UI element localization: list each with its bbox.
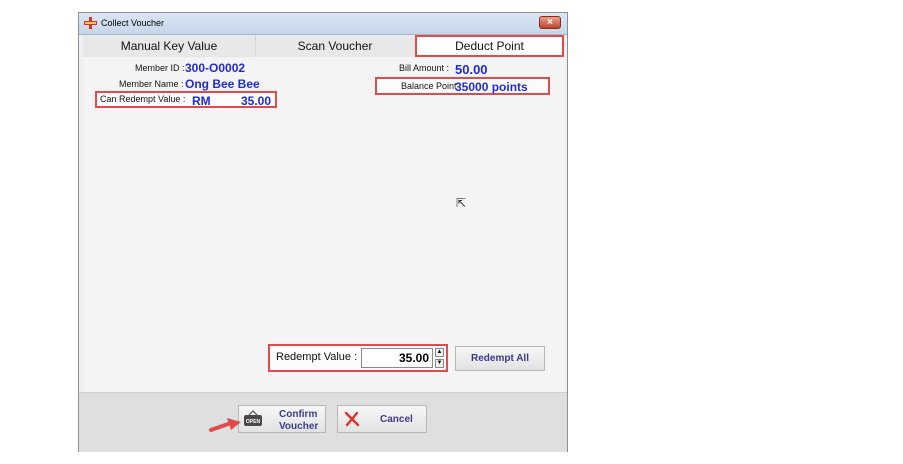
- tab-deduct-point[interactable]: Deduct Point: [415, 35, 564, 57]
- balance-point-value: 35000 points: [455, 80, 528, 94]
- balance-point-highlight: Balance Point : 35000 points: [375, 77, 550, 95]
- app-icon: [84, 17, 97, 29]
- tab-scan-voucher[interactable]: Scan Voucher: [255, 35, 415, 57]
- mouse-pointer-icon: ⇱: [456, 196, 467, 210]
- can-redempt-label: Can Redempt Value :: [100, 94, 186, 104]
- can-redempt-value: 35.00: [241, 94, 272, 108]
- member-id-label: Member ID :: [135, 63, 185, 73]
- collect-voucher-window: Collect Voucher × Manual Key Value Scan …: [78, 12, 568, 452]
- title-bar: Collect Voucher ×: [79, 13, 567, 35]
- redempt-value-group: Redempt Value : 35.00 ▲ ▼: [268, 344, 448, 372]
- can-redempt-highlight: Can Redempt Value : RM 35.00: [95, 91, 277, 108]
- cancel-button[interactable]: Cancel: [337, 405, 427, 433]
- redempt-all-button[interactable]: Redempt All: [455, 346, 545, 371]
- tab-manual-key-value[interactable]: Manual Key Value: [83, 35, 256, 57]
- redempt-value-label: Redempt Value :: [276, 351, 358, 363]
- open-sign-icon: OPEN: [244, 410, 262, 426]
- bill-amount-value: 50.00: [455, 62, 488, 77]
- redempt-value-spinner[interactable]: ▲ ▼: [435, 348, 444, 368]
- can-redempt-currency: RM: [192, 94, 211, 108]
- member-name-value: Ong Bee Bee: [185, 77, 260, 91]
- close-button[interactable]: ×: [539, 16, 561, 29]
- member-name-label: Member Name :: [119, 79, 184, 89]
- member-id-value: 300-O0002: [185, 61, 246, 75]
- deduct-point-panel: Member ID : 300-O0002 Member Name : Ong …: [83, 57, 565, 392]
- bill-amount-label: Bill Amount :: [399, 63, 450, 73]
- confirm-label-line2: Voucher: [279, 421, 319, 432]
- cancel-label: Cancel: [380, 414, 413, 425]
- spin-up-icon[interactable]: ▲: [435, 348, 444, 357]
- balance-point-label: Balance Point :: [401, 81, 462, 91]
- confirm-voucher-button[interactable]: OPEN Confirm Voucher: [238, 405, 326, 433]
- close-icon: ×: [547, 17, 553, 28]
- tab-bar: Manual Key Value Scan Voucher Deduct Poi…: [83, 35, 565, 58]
- redempt-value-input[interactable]: 35.00: [361, 348, 433, 368]
- action-bar: OPEN Confirm Voucher Cancel: [79, 392, 567, 452]
- cancel-x-icon: [344, 411, 360, 427]
- arrow-pointer-icon: [209, 418, 241, 432]
- open-sign-text: OPEN: [246, 419, 261, 425]
- spin-down-icon[interactable]: ▼: [435, 359, 444, 368]
- confirm-label-line1: Confirm: [279, 409, 318, 420]
- window-title: Collect Voucher: [101, 18, 165, 28]
